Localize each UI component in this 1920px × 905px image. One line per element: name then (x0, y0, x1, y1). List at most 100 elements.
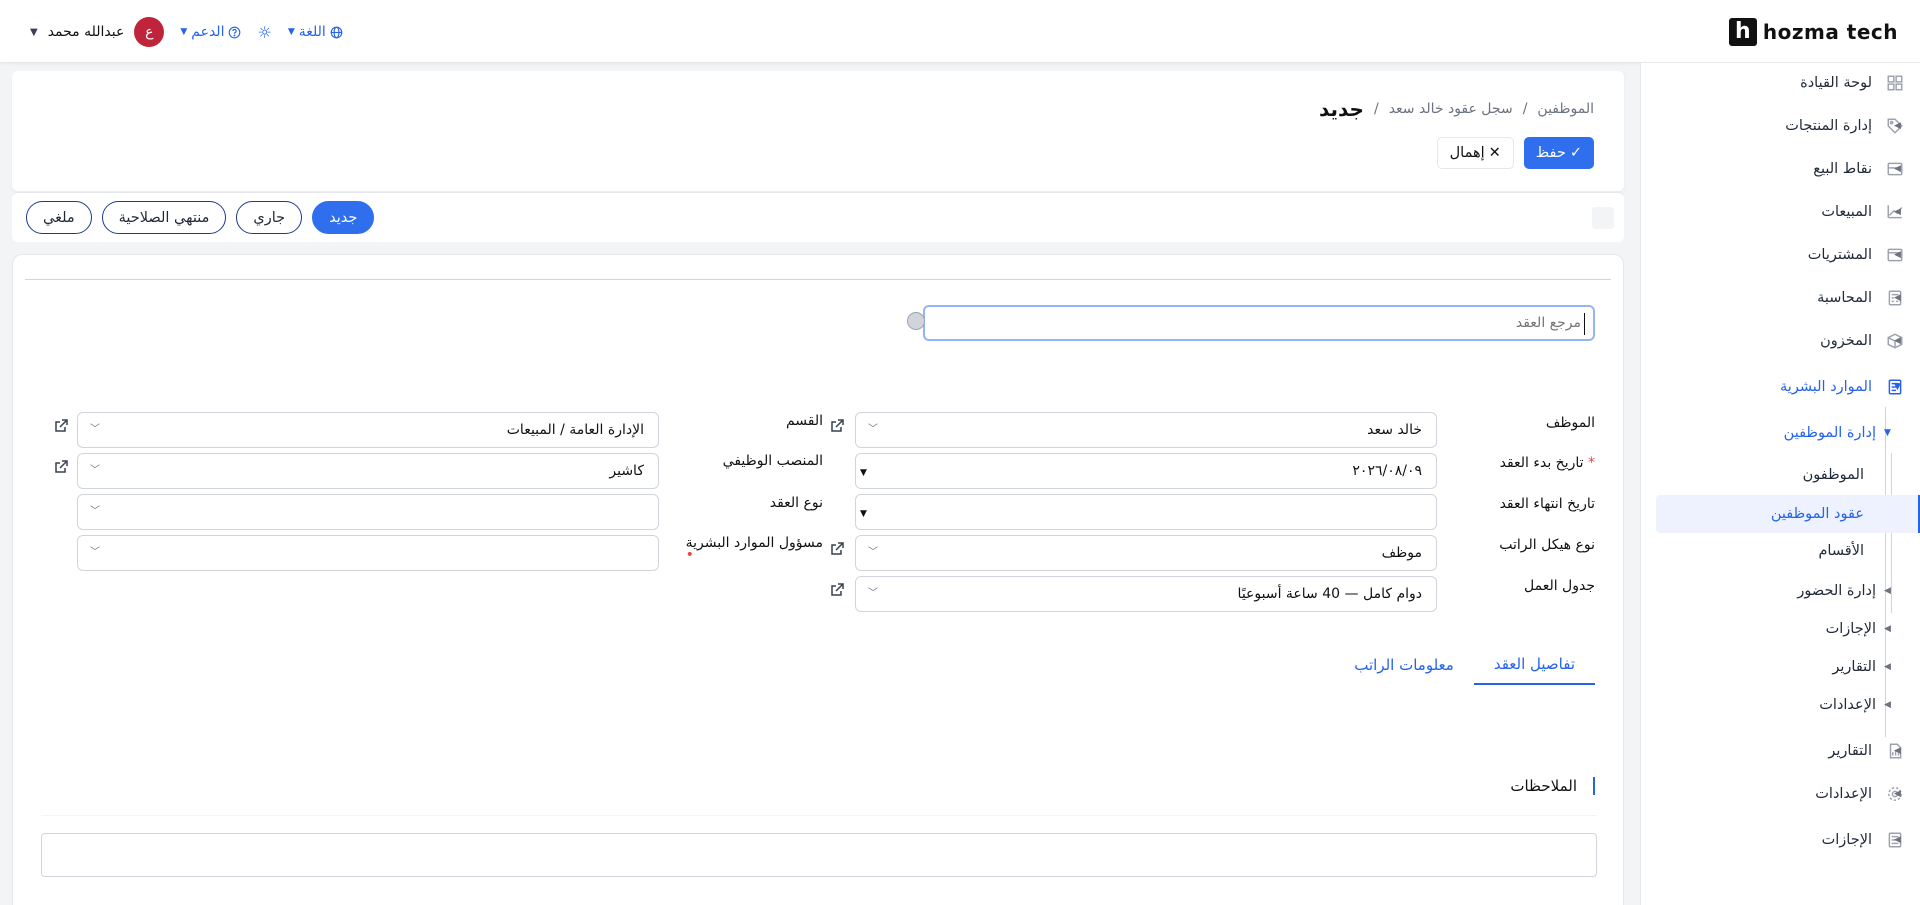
sidebar-sub-attendance[interactable]: إدارة الحضور ◀ (1640, 573, 1920, 609)
chevron-left-icon: ◀ (1884, 586, 1891, 596)
salary-structure-select[interactable]: موظف ﹀ (855, 535, 1437, 571)
sidebar-item-purchases[interactable]: المشتريات ◀ (1640, 237, 1920, 273)
form-actions: ✓ حفظ ✕ إهمال (1436, 137, 1594, 169)
hr-responsible-select[interactable]: ﹀ (77, 535, 659, 571)
sidebar-item-dashboard[interactable]: لوحة القيادة (1640, 65, 1920, 101)
brand-name: hozma tech (1762, 20, 1898, 44)
control-panel: الموظفين / سجل عقود خالد سعد / جديد ✓ حف… (12, 71, 1624, 191)
department-label: القسم (785, 413, 823, 429)
sidebar-item-settings[interactable]: الإعدادات ◀ (1640, 776, 1920, 812)
theme-toggle-sun-icon[interactable]: ☼ (257, 23, 271, 42)
status-expired[interactable]: منتهي الصلاحية (101, 201, 227, 234)
chevron-left-icon: ◀ (1894, 746, 1901, 756)
sidebar-item-inventory[interactable]: المخزون ◀ (1640, 323, 1920, 359)
contract-reference-input[interactable] (923, 305, 1595, 341)
required-mark: * (1588, 455, 1595, 471)
sidebar-item-label: الإجازات (1821, 832, 1872, 848)
breadcrumb-contract-log[interactable]: سجل عقود خالد سعد (1389, 101, 1513, 117)
sidebar-item-sales[interactable]: المبيعات ◀ (1640, 194, 1920, 230)
sidebar-item-accounting[interactable]: المحاسبة ◀ (1640, 280, 1920, 316)
sidebar-sub-settings[interactable]: الإعدادات ◀ (1640, 687, 1920, 723)
brand-logo[interactable]: h hozma tech (1728, 17, 1898, 47)
globe-icon (330, 26, 343, 38)
brand-mark: h (1728, 18, 1757, 46)
sidebar-sub-label: الموظفون (1802, 467, 1864, 483)
notes-accent-bar (1593, 777, 1595, 795)
status-new[interactable]: جديد (312, 201, 375, 234)
sidebar-sub-employees[interactable]: الموظفون (1640, 457, 1920, 493)
form-sheet: الموظف * تاريخ بدء العقد تاريخ انتهاء ال… (12, 254, 1624, 905)
status-cancelled[interactable]: ملغي (26, 201, 92, 234)
breadcrumb-employees[interactable]: الموظفين (1537, 101, 1594, 117)
tab-contract-details[interactable]: تفاصيل العقد (1473, 645, 1595, 685)
breadcrumb-separator: / (1522, 101, 1528, 117)
external-link-icon[interactable] (829, 582, 845, 598)
page-title: جديد (1318, 97, 1364, 121)
work-schedule-select[interactable]: دوام كامل — 40 ساعة أسبوعيًا ﹀ (855, 576, 1437, 612)
sidebar-item-label: نقاط البيع (1813, 161, 1872, 177)
tab-salary-info[interactable]: معلومات الراتب (1334, 645, 1474, 685)
sidebar-item-pos[interactable]: نقاط البيع ◀ (1640, 151, 1920, 187)
notes-textarea[interactable] (41, 833, 1597, 877)
chevron-down-icon: ▼ (1884, 428, 1891, 438)
required-mark: • (685, 547, 694, 563)
chevron-left-icon: ◀ (1894, 336, 1901, 346)
save-label: حفظ (1535, 145, 1566, 161)
chevron-down-icon: ▼ (287, 27, 295, 37)
job-position-value: كاشير (609, 463, 644, 479)
chevron-left-icon: ◀ (1884, 624, 1891, 634)
user-menu[interactable]: ع عبدالله محمد ▼ (30, 17, 165, 47)
sidebar-sub-reports[interactable]: التقارير ◀ (1640, 649, 1920, 685)
caret-down-icon: ▼ (860, 468, 867, 478)
department-value: الإدارة العامة / المبيعات (506, 422, 644, 438)
contract-type-label: نوع العقد (769, 495, 823, 511)
status-running[interactable]: جاري (236, 201, 303, 234)
sidebar-sub-leaves[interactable]: الإجازات ◀ (1640, 611, 1920, 647)
sidebar-item-hr[interactable]: الموارد البشرية ▼ (1640, 369, 1920, 405)
start-date-label: * تاريخ بدء العقد (1500, 455, 1595, 471)
language-label: اللغة (298, 24, 326, 40)
external-link-icon[interactable] (53, 418, 69, 434)
help-circle-icon (229, 26, 241, 38)
sidebar-item-label: المشتريات (1807, 247, 1872, 263)
sidebar-item-reports[interactable]: التقارير ◀ (1640, 733, 1920, 769)
external-link-icon[interactable] (53, 459, 69, 475)
sidebar-item-products[interactable]: إدارة المنتجات ◀ (1640, 108, 1920, 144)
statusbar-placeholder (1592, 207, 1614, 229)
language-menu[interactable]: اللغة ▼ (288, 24, 343, 40)
sidebar-sub-employees-mgmt[interactable]: إدارة الموظفين ▼ (1640, 415, 1920, 451)
sidebar-item-label: المحاسبة (1817, 290, 1872, 306)
sidebar-sub-departments[interactable]: الأقسام (1640, 533, 1920, 569)
sidebar-sub-label: عقود الموظفين (1770, 506, 1864, 522)
user-name: عبدالله محمد (47, 24, 125, 40)
chevron-left-icon: ◀ (1884, 662, 1891, 672)
chevron-down-icon: ▼ (30, 26, 38, 38)
support-menu[interactable]: الدعم ▼ (180, 24, 241, 40)
sidebar-sub-contracts[interactable]: عقود الموظفين (1640, 496, 1920, 532)
start-date-input[interactable]: ٢٠٢٦/٠٨/٠٩ ▼ (855, 453, 1437, 489)
top-toolbar: اللغة ▼ ☼ الدعم ▼ ع عبدالله محمد ▼ (30, 16, 343, 48)
sidebar-item-label: الموارد البشرية (1780, 379, 1872, 395)
chevron-down-icon: ﹀ (90, 465, 100, 476)
chevron-down-icon: ﹀ (90, 424, 100, 435)
employee-select[interactable]: خالد سعد ﹀ (855, 412, 1437, 448)
status-pills: ملغي منتهي الصلاحية جاري جديد (26, 201, 375, 234)
sidebar-item-label: لوحة القيادة (1800, 75, 1872, 91)
status-dot[interactable] (907, 312, 925, 330)
external-link-icon[interactable] (829, 541, 845, 557)
job-position-label: المنصب الوظيفي (722, 453, 823, 469)
sidebar: لوحة القيادة إدارة المنتجات ◀ نقاط البيع… (1640, 63, 1920, 905)
salary-structure-value: موظف (1381, 545, 1422, 561)
start-date-value: ٢٠٢٦/٠٨/٠٩ (1352, 463, 1422, 479)
work-schedule-label: جدول العمل (1524, 578, 1595, 594)
discard-button[interactable]: ✕ إهمال (1436, 137, 1514, 169)
hr-responsible-label-text: مسؤول الموارد البشرية (685, 535, 823, 551)
external-link-icon[interactable] (829, 418, 845, 434)
department-select[interactable]: الإدارة العامة / المبيعات ﹀ (77, 412, 659, 448)
contract-type-select[interactable]: ﹀ (77, 494, 659, 530)
sidebar-item-leaves[interactable]: الإجازات ◀ (1640, 822, 1920, 858)
save-button[interactable]: ✓ حفظ (1523, 137, 1594, 169)
job-position-select[interactable]: كاشير ﹀ (77, 453, 659, 489)
end-date-input[interactable]: ▼ (855, 494, 1437, 530)
sidebar-item-label: التقارير (1828, 743, 1872, 759)
